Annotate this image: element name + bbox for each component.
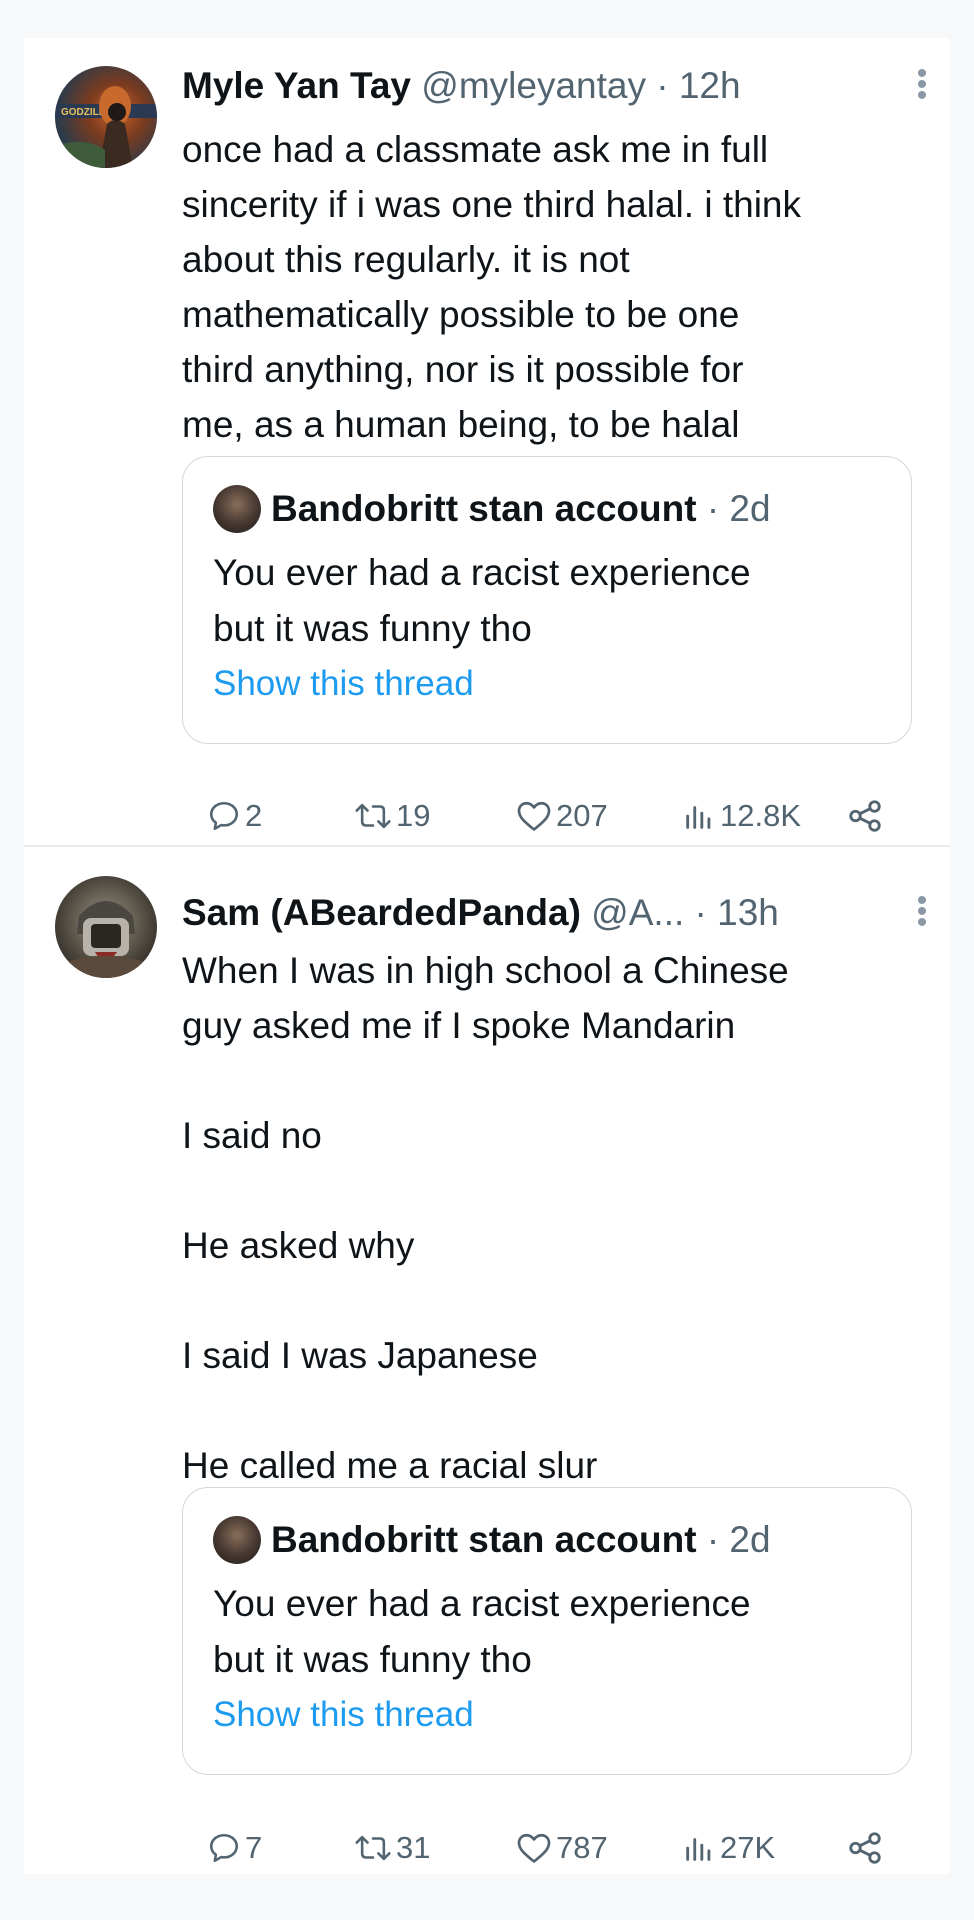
more-icon[interactable]: • • • [912,59,932,111]
retweet-icon [355,1835,391,1861]
quoted-text: You ever had a racist experience but it … [213,545,873,657]
tweet-line: guy asked me if I spoke Mandarin [182,1005,736,1046]
author-name[interactable]: Myle Yan Tay [182,65,411,106]
tweet-header: Myle Yan Tay @myleyantay · 12h [182,64,910,108]
quoted-line: You ever had a racist experience [213,552,751,593]
tweet[interactable]: GODZILLA Myle Yan Tay @myleyantay · 12h … [24,38,950,845]
retweet-button[interactable]: 31 [354,1826,430,1870]
retweet-count: 31 [396,1830,431,1865]
tweet-actions: 7 31 787 27K [182,1826,922,1870]
like-icon [517,1833,551,1863]
retweet-count: 19 [396,798,431,833]
tweet-line: When I was in high school a Chinese [182,950,789,991]
tweet-line: me, as a human being, to be halal [182,404,740,445]
quoted-tweet[interactable]: Bandobritt stan account · 2d You ever ha… [182,456,912,744]
quoted-avatar [213,485,261,534]
views-button[interactable]: 27K [682,1826,775,1870]
show-thread-link[interactable]: Show this thread [213,662,474,706]
quoted-avatar [213,1516,261,1565]
tweet-header: Sam (ABeardedPanda) @A... · 13h [182,891,910,935]
like-count: 207 [556,798,608,833]
retweet-button[interactable]: 19 [354,794,430,838]
avatar-image: GODZILLA [55,86,157,168]
quoted-line: but it was funny tho [213,1639,532,1680]
views-icon [686,806,711,829]
quoted-tweet[interactable]: Bandobritt stan account · 2d You ever ha… [182,1487,912,1775]
tweet-line: I said no [182,1115,322,1156]
tweet-time[interactable]: · 13h [695,892,779,933]
tweet-line: I said I was Japanese [182,1335,538,1376]
avatar[interactable] [55,876,157,978]
quoted-time: · 2d [706,1519,771,1561]
show-thread-link[interactable]: Show this thread [213,1693,474,1737]
tweet-text: When I was in high school a Chinese guy … [182,943,942,1493]
quoted-header: Bandobritt stan account · 2d [213,483,771,534]
author-name[interactable]: Sam (ABeardedPanda) [182,892,581,933]
like-button[interactable]: 207 [516,794,608,838]
tweet-line: about this regularly. it is not [182,239,630,280]
author-handle[interactable]: @myleyantay [421,65,646,106]
quoted-author-name: Bandobritt stan account [271,1519,697,1561]
share-icon [849,1832,881,1864]
tweet[interactable]: Sam (ABeardedPanda) @A... · 13h • • • When… [24,847,950,1874]
tweet-line: He called me a racial slur [182,1445,598,1486]
reply-button[interactable]: 7 [207,1826,262,1870]
views-icon [686,1838,711,1861]
more-icon[interactable]: • • • [912,886,932,938]
views-button[interactable]: 12.8K [682,794,801,838]
timeline-panel: GODZILLA Myle Yan Tay @myleyantay · 12h … [24,38,950,1874]
like-icon [517,801,551,831]
quoted-header: Bandobritt stan account · 2d [213,1514,771,1565]
like-button[interactable]: 787 [516,1826,608,1870]
avatar-image [55,901,157,978]
share-icon [849,800,881,832]
reply-icon [209,801,239,831]
quoted-text: You ever had a racist experience but it … [213,1576,873,1688]
view-count: 12.8K [720,798,802,833]
tweet-line: once had a classmate ask me in full [182,129,769,170]
avatar[interactable]: GODZILLA [55,66,157,168]
like-count: 787 [556,1830,608,1865]
tweet-line: sincerity if i was one third halal. i th… [182,184,801,225]
tweet-line: third anything, nor is it possible for [182,349,744,390]
tweet-time[interactable]: · 12h [656,65,740,106]
reply-button[interactable]: 2 [207,794,262,838]
share-button[interactable] [846,794,884,838]
reply-count: 7 [245,1830,263,1865]
reply-icon [209,1833,239,1863]
tweet-line: mathematically possible to be one [182,294,740,335]
quoted-time: · 2d [706,488,771,530]
share-button[interactable] [846,1826,884,1870]
quoted-line: You ever had a racist experience [213,1583,751,1624]
tweet-line: He asked why [182,1225,415,1266]
author-handle[interactable]: @A... [591,892,684,933]
tweet-actions: 2 19 207 12.8K [182,794,922,838]
retweet-icon [355,803,391,829]
reply-count: 2 [245,798,263,833]
quoted-line: but it was funny tho [213,608,532,649]
view-count: 27K [720,1830,776,1865]
quoted-author-name: Bandobritt stan account [271,488,697,530]
tweet-text: once had a classmate ask me in full sinc… [182,122,942,452]
